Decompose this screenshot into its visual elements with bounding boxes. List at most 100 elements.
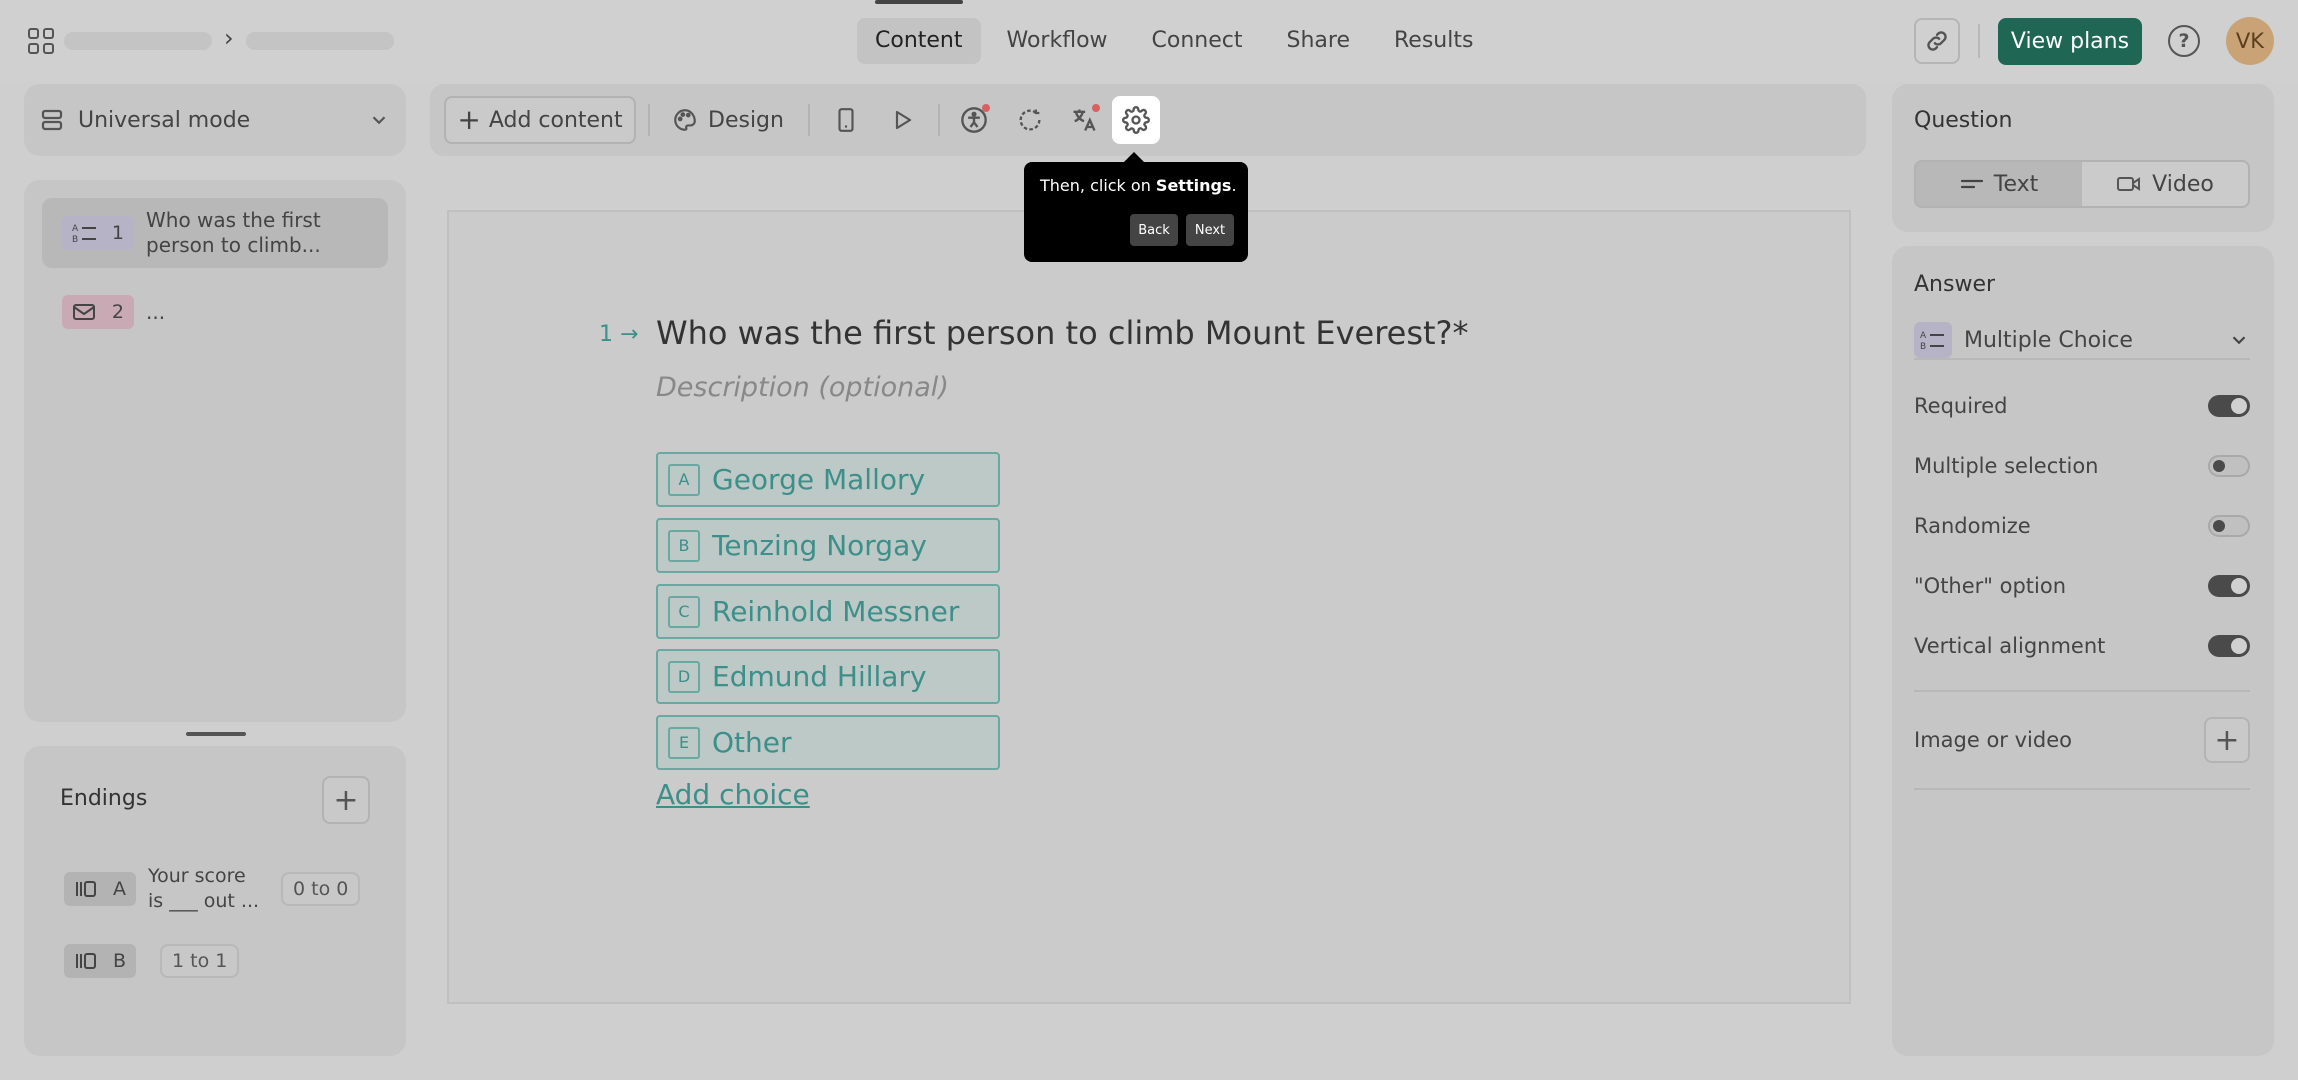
ending-item-a[interactable]: A Your score is ___ out ... 0 to 0: [64, 864, 361, 914]
answer-section-title: Answer: [1914, 272, 1996, 297]
endings-title: Endings: [60, 786, 148, 811]
tab-connect[interactable]: Connect: [1134, 18, 1261, 64]
choice-d[interactable]: D Edmund Hillary: [656, 649, 1000, 704]
endings-panel: Endings + A Your score is ___ out ... 0 …: [24, 746, 406, 1056]
add-media-button[interactable]: +: [2204, 717, 2250, 763]
mobile-icon: [838, 108, 854, 132]
ending-icon: [76, 881, 96, 897]
other-option-toggle[interactable]: [2208, 575, 2250, 597]
tooltip-back-button[interactable]: Back: [1130, 214, 1178, 246]
add-ending-button[interactable]: +: [322, 776, 370, 824]
ending-score-range[interactable]: 1 to 1: [160, 944, 240, 978]
required-toggle[interactable]: [2208, 395, 2250, 417]
question-item-1[interactable]: AB 1 Who was the first person to climb..…: [42, 198, 388, 268]
description-input[interactable]: Description (optional): [656, 372, 949, 403]
question-title[interactable]: Who was the first person to climb Mount …: [656, 314, 1469, 352]
mobile-preview-button[interactable]: [824, 98, 868, 142]
refresh-dashed-icon: [1019, 109, 1041, 131]
question-item-text: Who was the first person to climb...: [146, 208, 321, 257]
plus-icon: +: [2214, 722, 2240, 758]
panel-resize-handle[interactable]: [186, 732, 246, 736]
plus-icon: +: [333, 782, 359, 818]
question-badge: 2: [62, 295, 134, 329]
question-section-title: Question: [1914, 108, 2013, 133]
svg-text:A: A: [72, 224, 79, 234]
choice-a[interactable]: A George Mallory: [656, 452, 1000, 507]
design-button[interactable]: Design: [672, 96, 784, 144]
image-video-row: Image or video +: [1914, 716, 2250, 764]
answer-type-badge: AB: [1914, 322, 1952, 358]
option-randomize: Randomize: [1914, 508, 2250, 544]
question-number: 1: [111, 222, 124, 244]
choice-key: C: [668, 595, 700, 628]
option-required: Required: [1914, 388, 2250, 424]
apps-grid-icon[interactable]: [28, 28, 54, 54]
gear-icon: [1122, 106, 1150, 134]
breadcrumb-workspace[interactable]: [64, 32, 212, 50]
choice-b[interactable]: B Tenzing Norgay: [656, 518, 1000, 573]
randomize-toggle[interactable]: [2208, 515, 2250, 537]
ending-score-range[interactable]: 0 to 0: [281, 872, 361, 906]
ending-badge: A: [64, 872, 136, 906]
multiple-selection-toggle[interactable]: [2208, 455, 2250, 477]
palette-icon: [674, 109, 696, 131]
question-format-toggle: Text Video: [1914, 160, 2250, 208]
text-lines-icon: [1960, 179, 1983, 189]
choice-label: Other: [712, 726, 792, 759]
copy-link-button[interactable]: [1914, 18, 1960, 64]
choice-key: E: [668, 726, 700, 759]
ending-item-b[interactable]: B 1 to 1: [64, 944, 240, 978]
add-content-button[interactable]: + Add content: [444, 96, 636, 144]
tab-content[interactable]: Content: [857, 0, 981, 64]
choice-label: Tenzing Norgay: [712, 529, 927, 562]
mode-selector[interactable]: Universal mode: [24, 84, 406, 156]
section-divider: [1914, 690, 2250, 692]
answer-settings-panel: Answer AB Multiple Choice Required Multi…: [1892, 246, 2274, 1056]
choice-label: Reinhold Messner: [712, 595, 960, 628]
tooltip-next-button[interactable]: Next: [1186, 214, 1234, 246]
onboarding-tooltip: Then, click on Settings. Back Next: [1024, 152, 1248, 262]
logic-button[interactable]: [1008, 98, 1052, 142]
avatar[interactable]: VK: [2226, 17, 2274, 65]
choice-c[interactable]: C Reinhold Messner: [656, 584, 1000, 639]
svg-text:A: A: [1920, 331, 1927, 341]
ending-icon: [76, 953, 96, 969]
breadcrumb-form[interactable]: [246, 32, 394, 50]
accessibility-button[interactable]: [952, 98, 996, 142]
top-divider: [1978, 24, 1980, 58]
format-video-option[interactable]: Video: [2082, 162, 2248, 206]
tab-share[interactable]: Share: [1269, 18, 1369, 64]
mode-label: Universal mode: [78, 107, 251, 133]
play-icon: [895, 110, 912, 130]
video-camera-icon: [2117, 177, 2141, 191]
add-choice-link[interactable]: Add choice: [656, 778, 810, 811]
multiple-choice-icon: AB: [1920, 331, 1944, 351]
question-item-text: ...: [146, 299, 166, 324]
svg-text:B: B: [1920, 342, 1926, 351]
format-text-option[interactable]: Text: [1916, 162, 2082, 206]
ending-text: Your score is ___ out ...: [148, 865, 260, 912]
preview-play-button[interactable]: [880, 98, 924, 142]
choice-key: B: [668, 529, 700, 562]
section-divider: [1914, 788, 2250, 790]
help-icon[interactable]: ?: [2168, 25, 2200, 57]
settings-button[interactable]: [1112, 96, 1160, 144]
view-plans-button[interactable]: View plans: [1998, 18, 2142, 65]
translate-button[interactable]: [1062, 98, 1106, 142]
tab-results[interactable]: Results: [1376, 18, 1491, 64]
choice-key: D: [668, 660, 700, 693]
choice-e[interactable]: E Other: [656, 715, 1000, 770]
question-settings-panel: Question Text Video: [1892, 84, 2274, 232]
option-multiple-selection: Multiple selection: [1914, 448, 2250, 484]
main-tabs: Content Workflow Connect Share Results: [857, 0, 1491, 64]
vertical-alignment-toggle[interactable]: [2208, 635, 2250, 657]
arrow-right-icon: →: [620, 322, 639, 347]
layers-icon: [41, 109, 63, 131]
question-item-2[interactable]: 2 ...: [42, 290, 388, 334]
answer-type-select[interactable]: AB Multiple Choice: [1914, 322, 2250, 360]
chevron-down-icon: [372, 116, 386, 125]
tooltip-text: Then, click on Settings.: [1040, 176, 1237, 195]
choice-label: Edmund Hillary: [712, 660, 927, 693]
tab-workflow[interactable]: Workflow: [989, 18, 1126, 64]
editor-toolbar: + Add content Design: [430, 84, 1866, 156]
